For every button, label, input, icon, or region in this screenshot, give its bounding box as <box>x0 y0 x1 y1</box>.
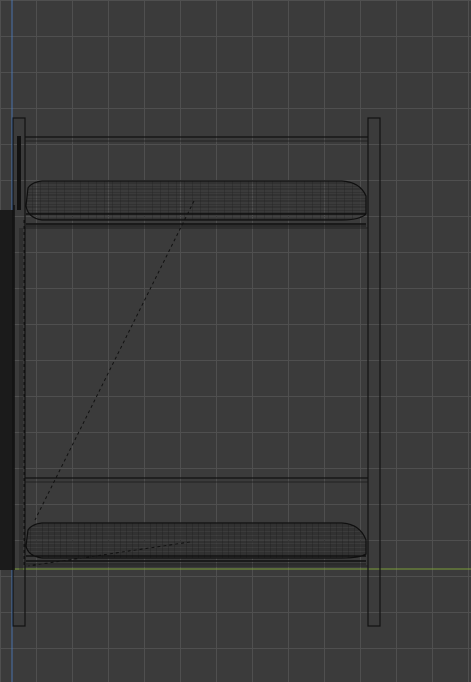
left-post-highlight <box>17 136 21 210</box>
lower-bunk <box>25 522 367 565</box>
3d-viewport[interactable] <box>0 0 471 682</box>
right-post <box>367 117 381 627</box>
diagonal-guide-1 <box>34 200 195 521</box>
lower-mattress <box>25 522 367 559</box>
wireframe-bunk-bed-icon <box>0 0 471 682</box>
diagonal-ladder-guides <box>23 200 195 567</box>
left-shadow-rect <box>0 210 13 570</box>
viewport-axis-lines <box>0 0 471 682</box>
upper-bunk <box>25 180 367 227</box>
